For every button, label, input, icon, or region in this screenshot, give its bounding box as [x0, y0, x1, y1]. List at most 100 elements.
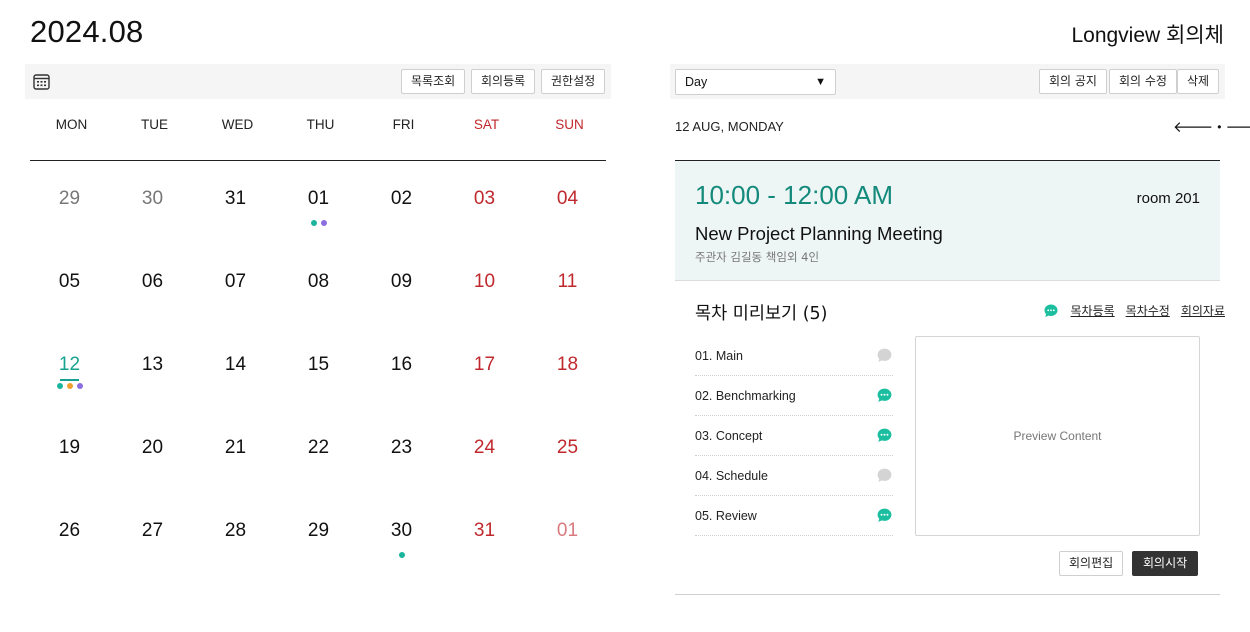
register-meeting-button[interactable]: 회의등록: [471, 69, 536, 94]
event-dot: [398, 552, 405, 558]
day-number: 05: [58, 271, 81, 292]
meeting-time: 10:00 - 12:00 AM: [695, 180, 894, 210]
calendar-day-cell[interactable]: 29: [28, 170, 111, 253]
calendar-icon[interactable]: [33, 73, 50, 90]
day-number: 04: [556, 188, 579, 209]
arrow-left-icon[interactable]: 🡐: [1173, 117, 1213, 136]
agenda-item[interactable]: 05. Review: [695, 496, 893, 536]
calendar-day-cell[interactable]: 28: [194, 502, 277, 585]
day-number: 01: [307, 188, 330, 209]
meeting-materials-link[interactable]: 회의자료: [1181, 302, 1225, 319]
calendar-day-cell[interactable]: 24: [443, 419, 526, 502]
calendar-day-cell[interactable]: 09: [360, 253, 443, 336]
calendar-day-cell[interactable]: 31: [443, 502, 526, 585]
calendar-day-cell[interactable]: 31: [194, 170, 277, 253]
calendar-week-row: 29 30 31 01 02 03 04: [28, 170, 610, 253]
meeting-notice-button[interactable]: 회의 공지: [1039, 69, 1107, 94]
weekday-label: WED: [221, 117, 254, 132]
day-number: 15: [307, 354, 330, 375]
calendar-day-cell[interactable]: 19: [28, 419, 111, 502]
day-number: 09: [390, 271, 413, 292]
day-number: 28: [224, 520, 247, 541]
calendar-divider: [30, 160, 606, 161]
calendar-day-cell[interactable]: 12: [28, 336, 111, 419]
day-number: 08: [307, 271, 330, 292]
day-number: 01: [556, 520, 579, 541]
calendar-day-cell[interactable]: 30: [360, 502, 443, 585]
calendar-grid: 29 30 31 01 02 03 04 05 06 07 08 09 10 11 12 13 14 15 16 17…: [28, 170, 610, 585]
calendar-day-cell[interactable]: 27: [111, 502, 194, 585]
calendar-day-cell[interactable]: 04: [526, 170, 609, 253]
calendar-day-cell[interactable]: 17: [443, 336, 526, 419]
day-number: 24: [473, 437, 496, 458]
chat-icon[interactable]: [876, 427, 893, 444]
delete-button[interactable]: 삭제: [1177, 69, 1220, 94]
meeting-edit-button[interactable]: 회의 수정: [1109, 69, 1177, 94]
agenda-item[interactable]: 02. Benchmarking: [695, 376, 893, 416]
day-number: 18: [556, 354, 579, 375]
calendar-day-cell[interactable]: 08: [277, 253, 360, 336]
arrow-right-icon[interactable]: 🡒: [1225, 117, 1250, 136]
calendar-day-cell[interactable]: 06: [111, 253, 194, 336]
calendar-day-cell[interactable]: 16: [360, 336, 443, 419]
calendar-day-cell[interactable]: 26: [28, 502, 111, 585]
month-title: 2024.08: [30, 14, 144, 49]
day-number: 27: [141, 520, 164, 541]
calendar-day-cell[interactable]: 05: [28, 253, 111, 336]
day-number: 29: [58, 188, 81, 209]
brand-title: Longview 회의체: [1071, 24, 1224, 47]
calendar-day-cell[interactable]: 30: [111, 170, 194, 253]
start-meeting-button[interactable]: 회의시작: [1132, 551, 1199, 576]
event-indicators: [28, 383, 111, 389]
meeting-room: room 201: [1136, 190, 1200, 207]
calendar-day-cell[interactable]: 01: [526, 502, 609, 585]
day-number: 21: [224, 437, 247, 458]
chat-icon[interactable]: [876, 347, 893, 364]
chat-icon[interactable]: [876, 467, 893, 484]
list-view-button[interactable]: 목록조회: [401, 69, 466, 94]
weekday-label: SAT: [473, 117, 500, 132]
day-number: 20: [141, 437, 164, 458]
meeting-organizer: 주관자 김길동 책임외 4인: [695, 250, 820, 264]
chat-icon[interactable]: [876, 507, 893, 524]
chat-icon[interactable]: [876, 387, 893, 404]
day-number: 06: [141, 271, 164, 292]
agenda-item[interactable]: 03. Concept: [695, 416, 893, 456]
calendar-week-row: 26 27 28 29 30 31 01: [28, 502, 610, 585]
event-dot: [66, 383, 73, 389]
calendar-day-cell[interactable]: 07: [194, 253, 277, 336]
agenda-item-label: 01. Main: [695, 348, 743, 363]
calendar-day-cell[interactable]: 21: [194, 419, 277, 502]
calendar-day-cell[interactable]: 02: [360, 170, 443, 253]
calendar-day-cell[interactable]: 29: [277, 502, 360, 585]
calendar-day-cell[interactable]: 01: [277, 170, 360, 253]
agenda-item[interactable]: 04. Schedule: [695, 456, 893, 496]
weekday-label: FRI: [392, 117, 415, 132]
day-number: 19: [58, 437, 81, 458]
day-number: 10: [473, 271, 496, 292]
agenda-register-link[interactable]: 목차등록: [1070, 302, 1114, 319]
permission-settings-button[interactable]: 권한설정: [541, 69, 606, 94]
weekday-header: MON TUE WED THU FRI SAT SUN: [30, 117, 606, 137]
agenda-item[interactable]: 01. Main: [695, 336, 893, 376]
day-number: 16: [390, 354, 413, 375]
bottom-divider: [675, 594, 1220, 595]
calendar-day-cell[interactable]: 18: [526, 336, 609, 419]
calendar-day-cell[interactable]: 20: [111, 419, 194, 502]
calendar-day-cell[interactable]: 22: [277, 419, 360, 502]
edit-meeting-button[interactable]: 회의편집: [1059, 551, 1124, 576]
calendar-day-cell[interactable]: 11: [526, 253, 609, 336]
calendar-day-cell[interactable]: 25: [526, 419, 609, 502]
calendar-day-cell[interactable]: 13: [111, 336, 194, 419]
calendar-day-cell[interactable]: 14: [194, 336, 277, 419]
meeting-card[interactable]: 10:00 - 12:00 AM room 201 New Project Pl…: [675, 161, 1220, 281]
calendar-day-cell[interactable]: 15: [277, 336, 360, 419]
view-mode-select[interactable]: Day ▼: [675, 69, 836, 95]
agenda-edit-link[interactable]: 목차수정: [1126, 302, 1170, 319]
calendar-day-cell[interactable]: 10: [443, 253, 526, 336]
calendar-day-cell[interactable]: 23: [360, 419, 443, 502]
day-number: 17: [473, 354, 496, 375]
calendar-day-cell[interactable]: 03: [443, 170, 526, 253]
today-dot-icon[interactable]: •: [1217, 120, 1221, 134]
agenda-item-label: 04. Schedule: [695, 468, 768, 483]
